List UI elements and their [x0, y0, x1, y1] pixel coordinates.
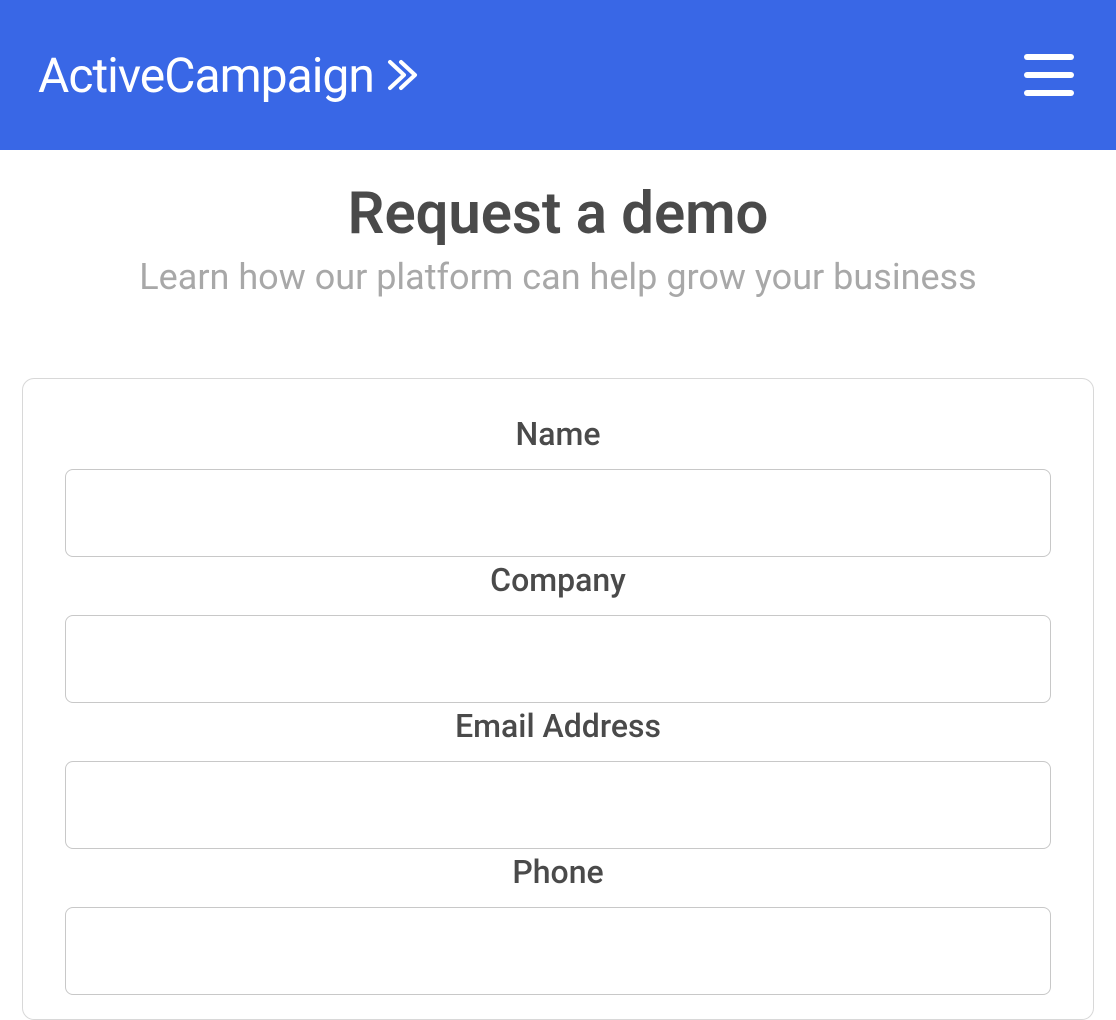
name-label: Name [65, 415, 1051, 453]
email-label: Email Address [65, 707, 1051, 745]
site-header: ActiveCampaign [0, 0, 1116, 150]
phone-label: Phone [65, 853, 1051, 891]
hamburger-icon [1024, 90, 1074, 96]
brand-name: ActiveCampaign [38, 47, 374, 104]
form-group-email: Email Address [65, 707, 1051, 849]
email-input[interactable] [65, 761, 1051, 849]
menu-button[interactable] [1020, 50, 1078, 100]
main-content: Request a demo Learn how our platform ca… [0, 150, 1116, 1020]
demo-form: Name Company Email Address Phone [22, 378, 1094, 1020]
company-label: Company [65, 561, 1051, 599]
form-group-name: Name [65, 415, 1051, 557]
form-group-phone: Phone [65, 853, 1051, 995]
company-input[interactable] [65, 615, 1051, 703]
hamburger-icon [1024, 54, 1074, 60]
page-title: Request a demo [20, 180, 1096, 248]
brand-logo[interactable]: ActiveCampaign [38, 47, 420, 104]
name-input[interactable] [65, 469, 1051, 557]
phone-input[interactable] [65, 907, 1051, 995]
page-subtitle: Learn how our platform can help grow you… [20, 256, 1096, 298]
hamburger-icon [1024, 72, 1074, 78]
brand-chevron-icon [386, 58, 420, 92]
form-group-company: Company [65, 561, 1051, 703]
